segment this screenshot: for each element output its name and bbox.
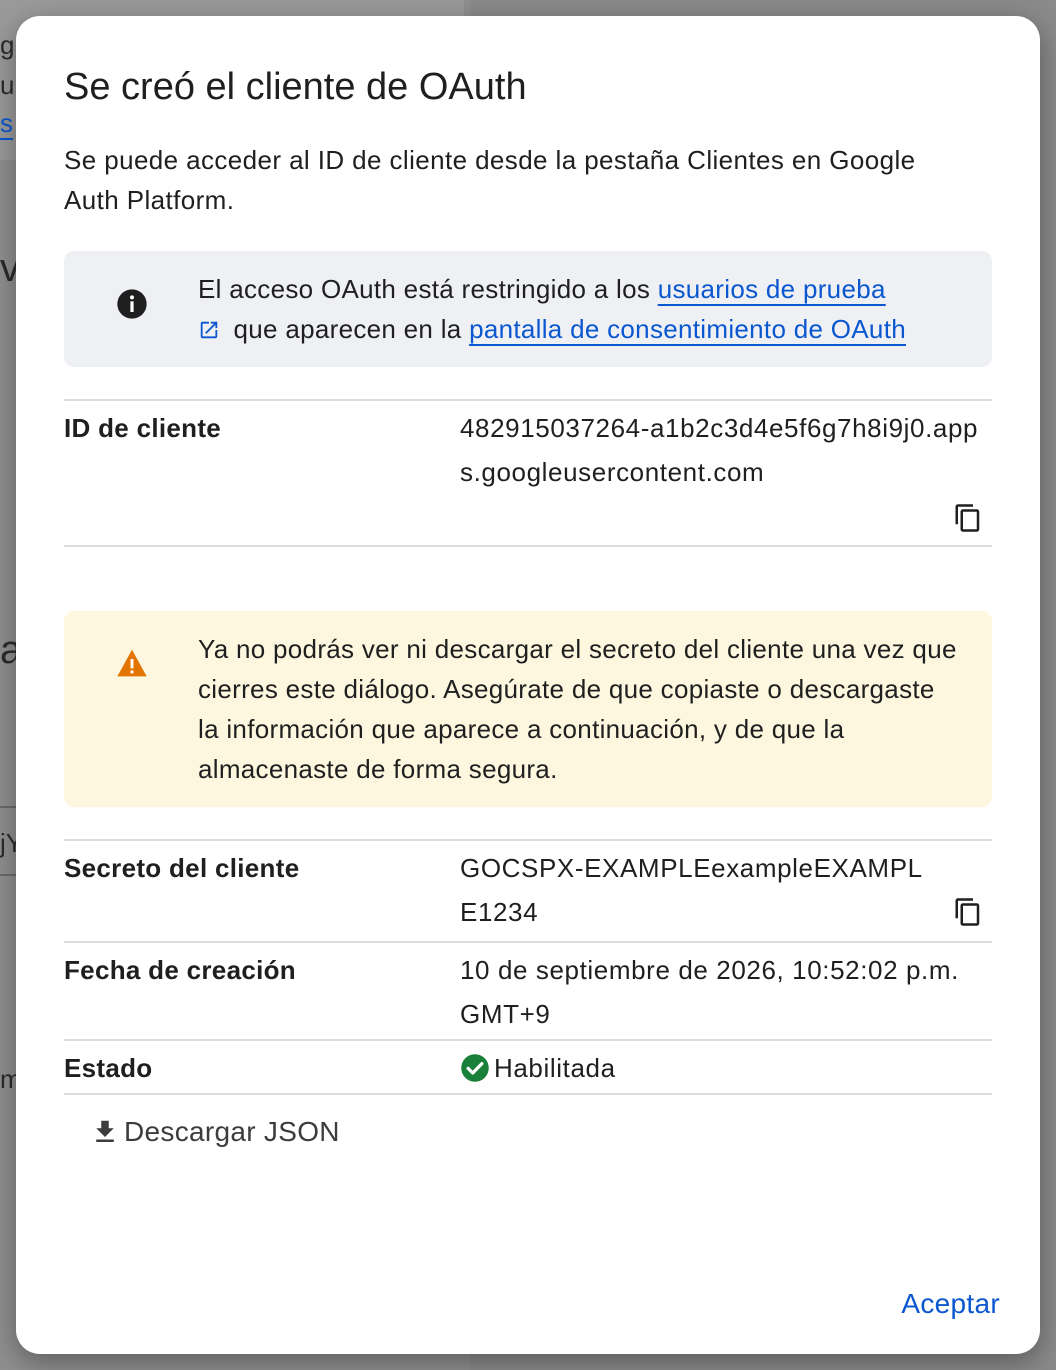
download-icon: [96, 1120, 114, 1142]
divider: [64, 1093, 992, 1095]
divider: [64, 1039, 992, 1041]
client-id-value: 482915037264-a1b2c3d4e5f6g7h8i9j0.apps.g…: [460, 413, 979, 487]
background-divider: [0, 806, 16, 808]
creation-date-label: Fecha de creación: [64, 955, 296, 985]
info-banner-text-before: El acceso OAuth está restringido a los: [198, 274, 658, 304]
status-text: Habilitada: [494, 1053, 616, 1083]
download-json-label: Descargar JSON: [124, 1116, 340, 1147]
check-circle-icon: [461, 1054, 489, 1082]
copy-client-id-button[interactable]: [948, 498, 988, 538]
info-banner-text-middle: que aparecen en la: [226, 314, 470, 344]
divider: [64, 545, 992, 547]
divider: [64, 941, 992, 943]
background-text: u: [0, 70, 15, 100]
oauth-client-created-dialog: Se creó el cliente de OAuth Se puede acc…: [16, 16, 1040, 1354]
client-id-label: ID de cliente: [64, 413, 222, 443]
dialog-subtitle: Se puede acceder al ID de cliente desde …: [64, 145, 916, 215]
oauth-consent-screen-link[interactable]: pantalla de consentimiento de OAuth: [469, 314, 906, 344]
creation-date-value: 10 de septiembre de 2026, 10:52:02 p.m. …: [460, 955, 959, 1029]
download-json-button[interactable]: Descargar JSON: [90, 1110, 340, 1154]
warning-icon: [117, 649, 147, 677]
info-banner: El acceso OAuth está restringido a los u…: [64, 251, 992, 367]
status-label: Estado: [64, 1053, 153, 1083]
client-secret-value: GOCSPX-EXAMPLEexampleEXAMPLE1234: [460, 853, 923, 927]
dialog-title: Se creó el cliente de OAuth: [64, 66, 527, 108]
background-divider: [0, 874, 16, 876]
test-users-link[interactable]: usuarios de prueba: [658, 274, 886, 304]
copy-icon: [955, 504, 980, 532]
copy-client-secret-button[interactable]: [948, 892, 988, 932]
accept-button[interactable]: Aceptar: [901, 1282, 1000, 1326]
warning-banner: Ya no podrás ver ni descargar el secreto…: [64, 611, 992, 807]
external-link-icon[interactable]: [198, 319, 220, 341]
info-icon: [117, 289, 147, 319]
status-value: Habilitada: [460, 1046, 1000, 1090]
divider: [64, 399, 992, 401]
copy-icon: [955, 898, 980, 926]
background-link: s: [0, 108, 13, 138]
warning-banner-text: Ya no podrás ver ni descargar el secreto…: [198, 634, 957, 784]
divider: [64, 839, 992, 841]
client-secret-label: Secreto del cliente: [64, 853, 300, 883]
